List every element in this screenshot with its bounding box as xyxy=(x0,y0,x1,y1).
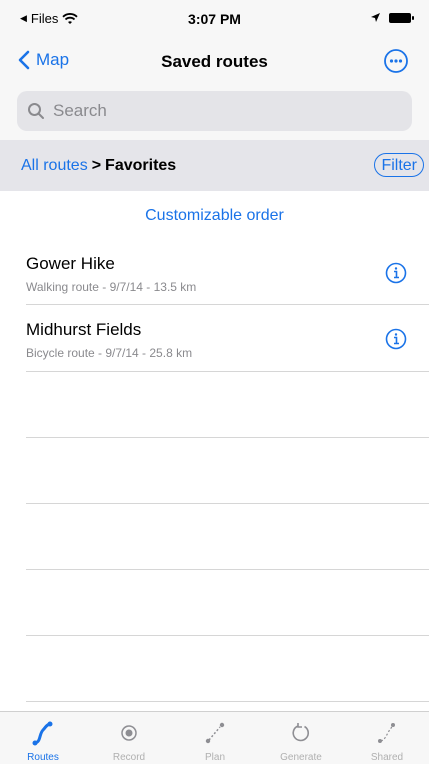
route-name: Midhurst Fields xyxy=(26,320,142,339)
plan-icon xyxy=(205,722,225,744)
tab-label: Plan xyxy=(204,752,225,763)
generate-icon xyxy=(292,723,309,742)
page-title: Saved routes xyxy=(161,52,268,71)
more-options-icon[interactable] xyxy=(383,48,409,74)
tab-label: Shared xyxy=(370,752,404,763)
routes-icon xyxy=(32,721,53,746)
battery-icon xyxy=(389,12,414,23)
route-details: Bicycle route - 9/7/14 - 25.8 km xyxy=(26,346,193,360)
filter-button[interactable]: Filter xyxy=(374,153,424,177)
clock: 3:07 PM xyxy=(188,11,241,27)
route-details: Walking route - 9/7/14 - 13.5 km xyxy=(26,280,197,294)
row-divider xyxy=(26,569,429,570)
navigation-bar: Map Saved routes xyxy=(0,44,429,84)
record-icon xyxy=(121,725,137,741)
tab-label: Routes xyxy=(27,752,59,763)
tab-plan[interactable]: Plan xyxy=(172,712,258,764)
tab-bar: Routes Record Plan Generate Shared xyxy=(0,711,429,764)
breadcrumb-all-routes[interactable]: All routes xyxy=(21,157,88,174)
breadcrumb: All routes > Favorites xyxy=(21,157,176,175)
search-input[interactable] xyxy=(51,100,395,122)
info-icon[interactable] xyxy=(385,328,407,350)
status-bar: ◀ Files 3:07 PM xyxy=(0,0,429,44)
row-divider xyxy=(26,437,429,438)
route-name: Gower Hike xyxy=(26,254,115,273)
tab-routes[interactable]: Routes xyxy=(0,712,86,764)
row-divider xyxy=(26,701,429,702)
row-divider xyxy=(26,371,429,372)
list-item[interactable]: Gower Hike Walking route - 9/7/14 - 13.5… xyxy=(26,254,429,318)
search-icon xyxy=(28,103,44,119)
breadcrumb-bar: All routes > Favorites Filter xyxy=(0,140,429,191)
location-arrow-icon xyxy=(371,13,380,22)
search-bar xyxy=(0,84,429,140)
tab-label: Record xyxy=(112,752,146,763)
breadcrumb-current: Favorites xyxy=(105,157,177,174)
breadcrumb-separator: > xyxy=(91,157,102,174)
shared-icon xyxy=(378,723,395,743)
customizable-order-link[interactable]: Customizable order xyxy=(0,207,429,225)
row-divider xyxy=(26,635,429,636)
row-divider xyxy=(26,503,429,504)
tab-generate[interactable]: Generate xyxy=(258,712,344,764)
tab-label: Generate xyxy=(280,752,322,763)
info-icon[interactable] xyxy=(385,262,407,284)
row-divider xyxy=(26,304,429,305)
tab-shared[interactable]: Shared xyxy=(344,712,429,764)
tab-record[interactable]: Record xyxy=(86,712,172,764)
list-item[interactable]: Midhurst Fields Bicycle route - 9/7/14 -… xyxy=(26,320,429,384)
search-field[interactable] xyxy=(17,91,412,131)
